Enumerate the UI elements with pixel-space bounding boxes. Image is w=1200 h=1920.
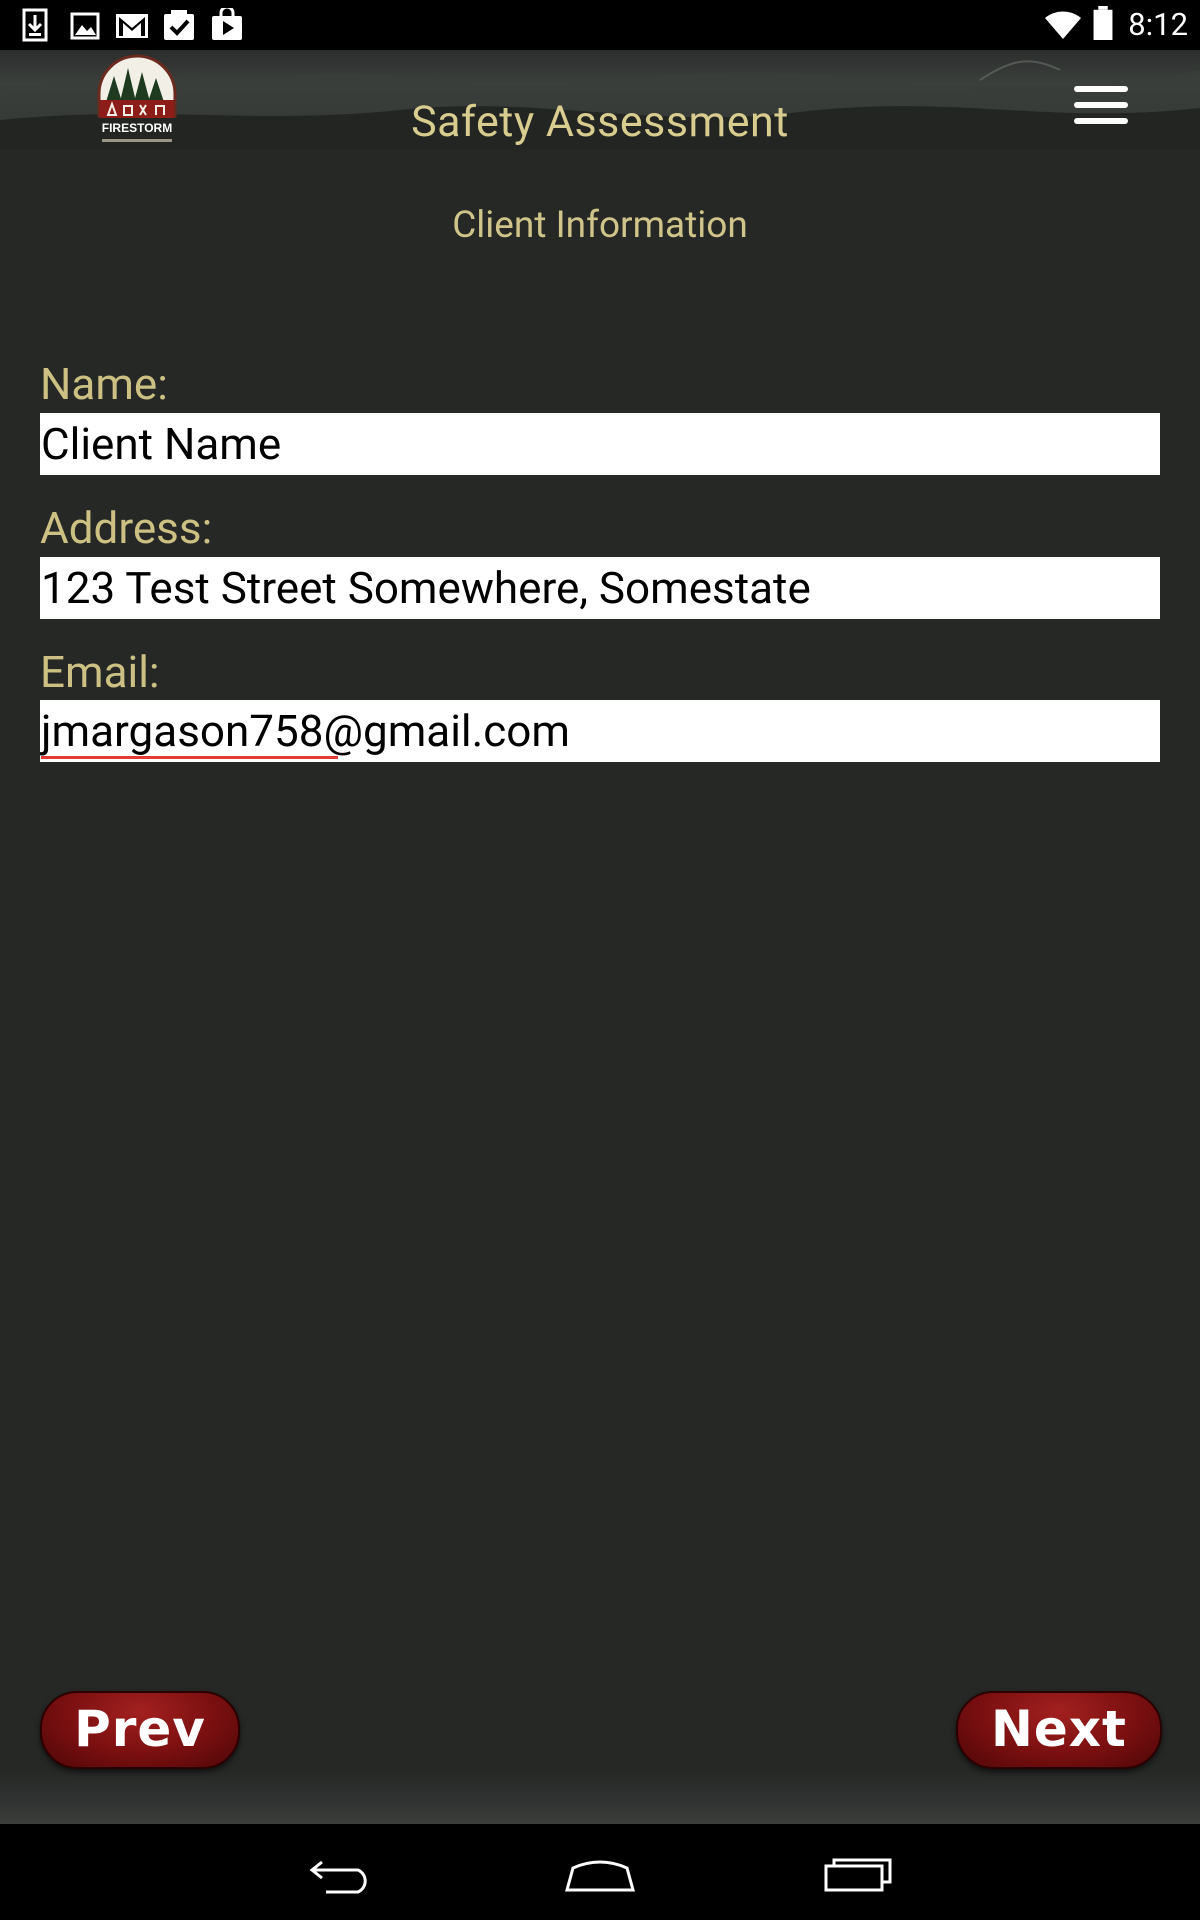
- back-icon[interactable]: [308, 1854, 378, 1894]
- section-title: Client Information: [452, 204, 748, 247]
- page-title: Safety Assessment: [411, 97, 789, 147]
- image-icon: [70, 12, 100, 40]
- recent-apps-icon[interactable]: [822, 1854, 894, 1894]
- play-store-icon: [212, 8, 242, 40]
- wifi-icon: [1045, 11, 1081, 39]
- address-field[interactable]: 123 Test Street Somewhere, Somestate: [40, 557, 1160, 619]
- email-field[interactable]: jmargason758@gmail.com: [40, 700, 1160, 762]
- email-label: Email:: [40, 646, 160, 698]
- address-label: Address:: [40, 502, 213, 554]
- app-header: FIRESTORM Safety Assessment: [0, 50, 1200, 149]
- status-time: 8:12: [1128, 6, 1188, 43]
- status-bar: 8:12: [0, 0, 1200, 50]
- prev-button[interactable]: Prev: [40, 1691, 240, 1769]
- spellcheck-underline: [41, 756, 338, 759]
- next-button[interactable]: Next: [956, 1691, 1162, 1769]
- gmail-icon: [116, 14, 148, 38]
- name-field[interactable]: Client Name: [40, 413, 1160, 475]
- hamburger-menu-icon[interactable]: [1074, 86, 1130, 126]
- system-nav-bar: [0, 1824, 1200, 1920]
- tasks-check-icon: [164, 10, 194, 40]
- bottom-scenery: [0, 1770, 1200, 1824]
- name-label: Name:: [40, 358, 168, 410]
- home-icon[interactable]: [563, 1854, 637, 1894]
- battery-icon: [1093, 6, 1113, 40]
- download-icon: [22, 8, 48, 42]
